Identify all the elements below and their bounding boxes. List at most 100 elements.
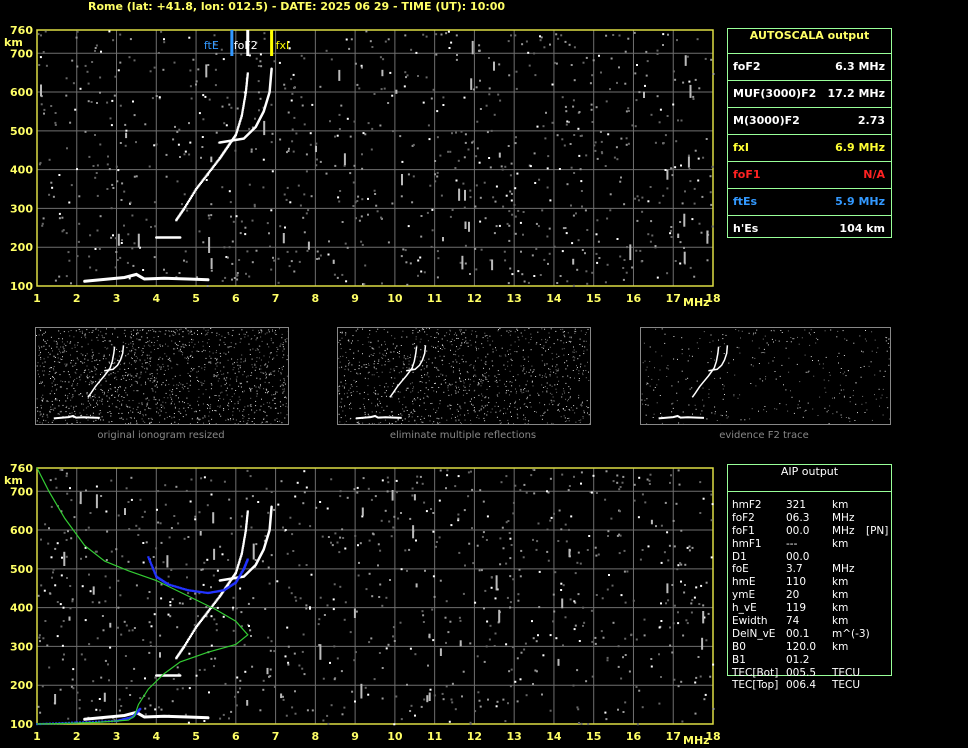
thumb-dot [181, 386, 183, 388]
noise-dot [463, 509, 466, 512]
noise-dot [244, 670, 247, 673]
noise-dot [106, 163, 109, 166]
thumb-dot [255, 405, 257, 407]
thumb-dot [563, 388, 564, 390]
noise-dot [210, 586, 212, 589]
thumb-dot [676, 392, 678, 394]
thumb-dot [879, 405, 880, 407]
thumb-dot [510, 344, 512, 346]
noise-dot [692, 98, 695, 100]
noise-dot [65, 539, 68, 541]
noise-dot [671, 168, 674, 171]
thumb-dot [101, 334, 103, 336]
noise-dot [577, 593, 580, 596]
noise-dot [677, 469, 680, 472]
thumb-dot [241, 354, 243, 356]
noise-dot [119, 33, 122, 36]
thumb-dot [270, 374, 272, 375]
thumb-dot [189, 404, 191, 406]
noise-dot [397, 517, 400, 520]
noise-dot [405, 76, 407, 79]
noise-dot [584, 209, 587, 212]
thumb-dot [363, 364, 365, 366]
thumb-dot [176, 363, 178, 365]
noise-dot [363, 283, 366, 286]
thumb-dot [564, 417, 566, 419]
x-tick-label: 13 [507, 292, 522, 305]
noise-dot [80, 557, 82, 560]
noise-dot [167, 575, 170, 578]
noise-dot [374, 193, 377, 195]
noise-dot [431, 208, 434, 211]
noise-dot [207, 64, 210, 66]
thumb-dot [581, 402, 583, 404]
noise-dot [496, 700, 499, 703]
thumb-dot [429, 420, 431, 422]
thumb-dot [148, 344, 150, 346]
thumb-dot [810, 356, 812, 358]
noise-dot [202, 241, 205, 244]
thumb-dot [155, 377, 157, 379]
thumb-dot [369, 333, 371, 335]
thumb-dot [149, 361, 151, 362]
noise-dot [125, 487, 128, 490]
thumb-dot [239, 399, 241, 401]
thumb-dot [394, 377, 396, 379]
thumb-dot [706, 418, 708, 420]
thumb-dot [798, 343, 800, 345]
thumb-dot [110, 413, 112, 414]
thumb-dot [217, 405, 219, 407]
thumb-dot [36, 335, 37, 336]
thumb-dot [812, 360, 813, 361]
thumb-dot [340, 348, 342, 350]
thumb-dot [425, 382, 427, 384]
thumb-dot [511, 381, 513, 383]
noise-dot [432, 88, 435, 91]
noise-dot [535, 670, 538, 673]
noise-dot [318, 257, 320, 260]
thumb-dot [263, 388, 265, 390]
noise-dot [106, 530, 109, 533]
noise-dot [440, 194, 443, 197]
noise-dot [257, 91, 260, 94]
noise-dot [111, 99, 114, 102]
noise-dot [181, 602, 184, 605]
noise-dot [573, 475, 575, 478]
noise-dot [206, 285, 209, 287]
thumb-dot [261, 330, 263, 332]
thumb-dot [60, 333, 61, 334]
noise-dot [153, 256, 156, 259]
thumb-dot [76, 420, 78, 422]
noise-dot [336, 134, 339, 137]
thumb-dot [580, 404, 581, 406]
thumb-dot [203, 349, 205, 351]
thumb-dot [425, 409, 427, 410]
thumb-dot [273, 371, 275, 373]
thumb-dot [221, 335, 223, 337]
thumb-dot [546, 363, 548, 365]
thumb-dot [189, 384, 191, 386]
noise-dot [622, 656, 624, 659]
thumb-dot [244, 406, 246, 408]
thumb-dot [749, 418, 751, 420]
noise-dot [650, 665, 653, 668]
noise-dot [570, 204, 572, 207]
noise-dot [381, 604, 384, 607]
thumb-dot [79, 379, 81, 381]
noise-dot [565, 123, 568, 126]
thumb-dot [237, 400, 239, 402]
noise-dot [619, 180, 622, 183]
thumb-dot [265, 371, 267, 373]
thumb-dot [507, 365, 509, 367]
thumb-dot [495, 411, 497, 413]
thumb-dot [157, 348, 159, 349]
thumb-dot [347, 339, 349, 341]
noise-dot [295, 132, 298, 135]
noise-dot [698, 603, 701, 605]
noise-dot [249, 629, 252, 632]
thumb-dot [465, 361, 467, 363]
thumb-dot [852, 395, 854, 397]
noise-dot [442, 698, 445, 701]
thumb-dot [177, 344, 179, 346]
thumb-dot [103, 337, 105, 339]
